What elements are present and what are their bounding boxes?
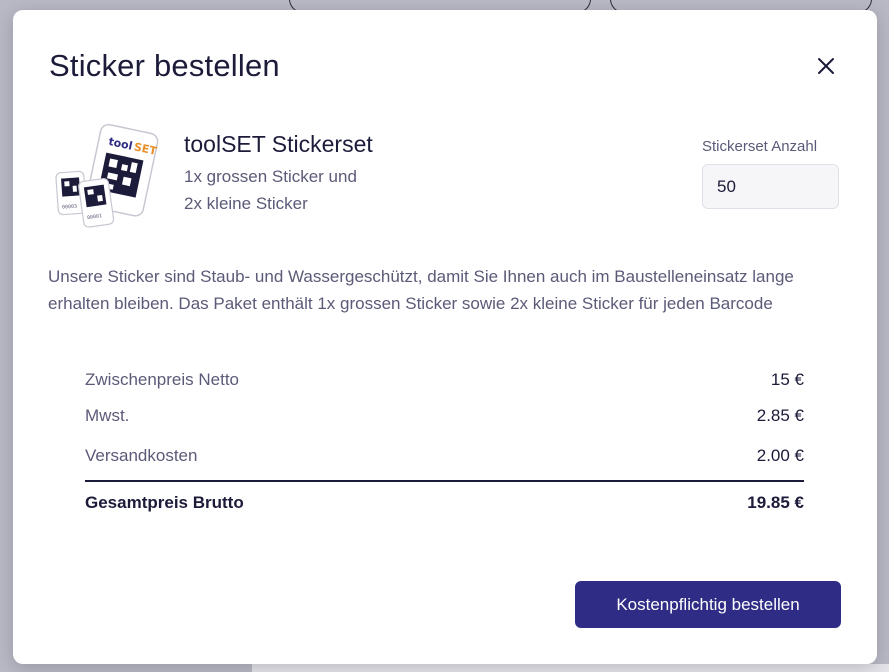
background-panel [252, 664, 889, 672]
subtotal-row: Zwischenpreis Netto 15 € [85, 370, 804, 390]
info-text: Unsere Sticker sind Staub- und Wasserges… [48, 267, 794, 313]
shipping-value: 2.00 € [756, 446, 804, 465]
order-button[interactable]: Kostenpflichtig bestellen [575, 581, 841, 628]
total-row: Gesamtpreis Brutto 19.85 € [85, 493, 804, 513]
quantity-input[interactable] [702, 164, 839, 209]
product-description: 1x grossen Sticker und 2x kleine Sticker [184, 163, 357, 217]
subtotal-value: 15 € [770, 370, 804, 389]
product-description-line: 2x kleine Sticker [184, 194, 308, 213]
shipping-row: Versandkosten 2.00 € [85, 446, 804, 466]
vat-row: Mwst. 2.85 € [85, 406, 804, 426]
close-button[interactable] [813, 53, 839, 79]
total-divider [85, 480, 804, 482]
product-name: toolSET Stickerset [184, 131, 373, 157]
close-icon [818, 58, 834, 74]
vat-value: 2.85 € [756, 406, 804, 425]
order-sticker-modal: Sticker bestellen tool SET 00003 00001 t… [13, 10, 877, 664]
shipping-label: Versandkosten [85, 446, 198, 465]
modal-title: Sticker bestellen [49, 48, 280, 83]
subtotal-label: Zwischenpreis Netto [85, 370, 240, 389]
sticker-set-image: tool SET 00003 00001 [53, 120, 161, 232]
total-label: Gesamtpreis Brutto [85, 493, 244, 512]
total-value: 19.85 € [747, 493, 804, 512]
product-description-line: 1x grossen Sticker und [184, 167, 357, 186]
svg-text:00003: 00003 [62, 204, 77, 211]
quantity-label: Stickerset Anzahl [702, 138, 818, 155]
vat-label: Mwst. [85, 406, 130, 425]
